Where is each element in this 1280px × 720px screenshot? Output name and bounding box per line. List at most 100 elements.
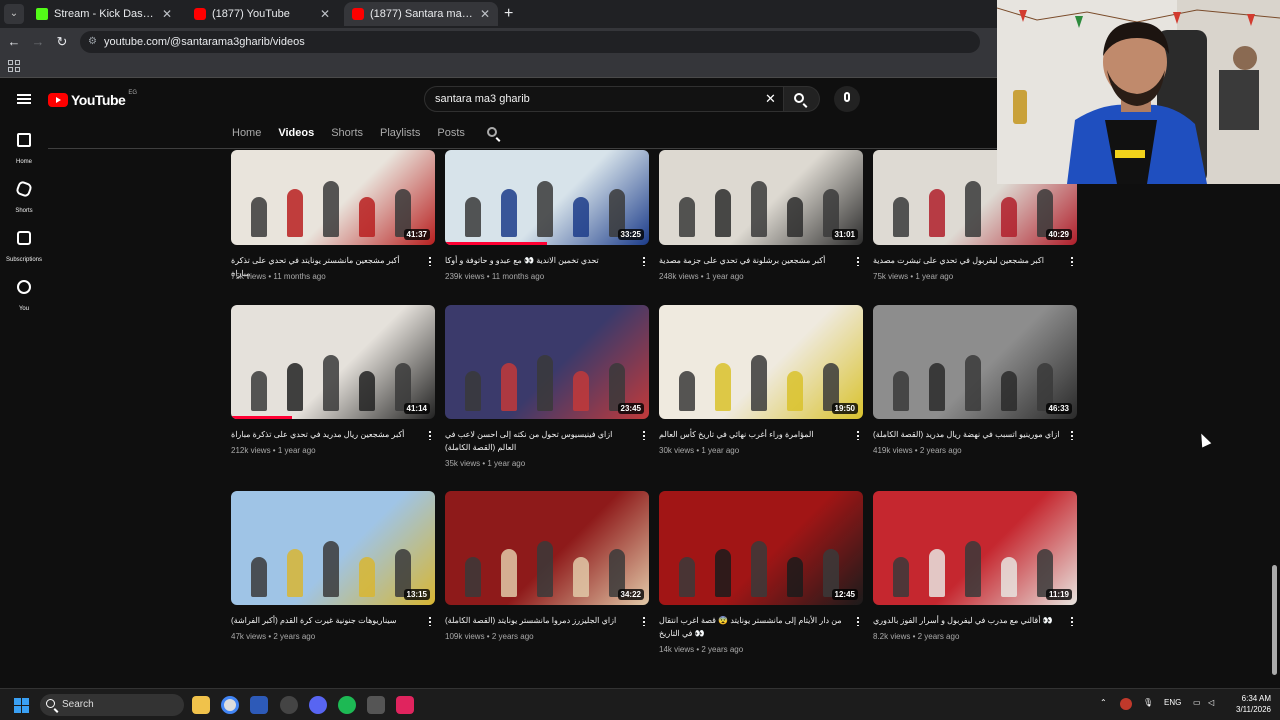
- video-title[interactable]: اكبر مشجعين ليفربول في تحدي على تيشرت مص…: [873, 254, 1061, 267]
- video-thumbnail[interactable]: 46:33: [873, 305, 1077, 419]
- start-menu-icon[interactable]: [14, 698, 29, 713]
- tab-shorts[interactable]: Shorts: [331, 124, 363, 144]
- more-actions-icon[interactable]: [429, 430, 431, 440]
- more-actions-icon[interactable]: [1071, 256, 1073, 266]
- video-title[interactable]: سيناريوهات جنونية غيرت كرة القدم (أكبر ا…: [231, 614, 419, 627]
- video-title[interactable]: تحدي تخمين الاندية 👀 مع عبدو و حاتوفة و …: [445, 254, 633, 267]
- more-actions-icon[interactable]: [857, 616, 859, 626]
- video-title[interactable]: ازاي الجليزرز دمروا مانشستر يونايتد (الق…: [445, 614, 633, 627]
- tab-title: (1877) Santara ma3 Gharib - Yo: [370, 8, 474, 20]
- scrollbar-thumb[interactable]: [1272, 565, 1277, 675]
- more-actions-icon[interactable]: [429, 616, 431, 626]
- video-metadata: 35k views • 1 year ago: [445, 459, 526, 468]
- hamburger-menu-icon[interactable]: [17, 94, 31, 104]
- video-thumbnail[interactable]: 34:22: [445, 491, 649, 605]
- video-thumbnail[interactable]: 12:45: [659, 491, 863, 605]
- file-explorer-icon[interactable]: [192, 696, 210, 714]
- site-info-icon[interactable]: ⚙: [88, 31, 97, 53]
- close-tab-icon[interactable]: ✕: [162, 7, 172, 21]
- video-thumbnail[interactable]: 19:50: [659, 305, 863, 419]
- tab-videos[interactable]: Videos: [278, 124, 314, 144]
- video-thumbnail[interactable]: 23:45: [445, 305, 649, 419]
- close-tab-icon[interactable]: ✕: [480, 7, 490, 21]
- browser-tab-kick[interactable]: Stream - Kick Dashboard ✕: [28, 2, 180, 26]
- thumbnail-figure: [465, 371, 481, 411]
- microphone-icon[interactable]: 🎙: [1143, 698, 1153, 707]
- spotify-icon[interactable]: [338, 696, 356, 714]
- tab-home[interactable]: Home: [232, 124, 261, 144]
- discord-icon[interactable]: [309, 696, 327, 714]
- video-metadata: 75k views • 11 months ago: [231, 272, 326, 281]
- more-actions-icon[interactable]: [1071, 430, 1073, 440]
- more-actions-icon[interactable]: [1071, 616, 1073, 626]
- watch-progress-bar: [231, 416, 293, 419]
- video-title[interactable]: أكبر مشجعين برشلونة في تحدي على جزمة مصد…: [659, 254, 847, 267]
- forward-icon[interactable]: →: [30, 34, 46, 49]
- volume-icon[interactable]: ◁: [1208, 698, 1214, 707]
- search-button[interactable]: [784, 86, 820, 112]
- chrome-icon[interactable]: [221, 696, 239, 714]
- close-tab-icon[interactable]: ✕: [320, 7, 330, 21]
- taskbar-search[interactable]: Search: [40, 694, 184, 716]
- tiktok-icon[interactable]: [396, 696, 414, 714]
- more-actions-icon[interactable]: [857, 430, 859, 440]
- url-field[interactable]: ⚙ youtube.com/@santarama3gharib/videos: [80, 31, 980, 53]
- voice-search-button[interactable]: [834, 86, 860, 112]
- apps-grid-icon[interactable]: [8, 60, 20, 72]
- more-actions-icon[interactable]: [643, 616, 645, 626]
- thumbnail-figure: [787, 197, 803, 237]
- video-title[interactable]: المؤامرة وراء أغرب نهائي في تاريخ كأس ال…: [659, 428, 847, 441]
- thumbnail-figure: [359, 557, 375, 597]
- more-actions-icon[interactable]: [429, 256, 431, 266]
- video-title[interactable]: ازاي فينيسيوس تحول من نكته إلى احسن لاعب…: [445, 428, 633, 454]
- more-actions-icon[interactable]: [643, 430, 645, 440]
- browser-tab-youtube[interactable]: (1877) YouTube ✕: [186, 2, 338, 26]
- tray-chevron-icon[interactable]: ⌃: [1100, 698, 1107, 707]
- thumbnail-figure: [501, 189, 517, 237]
- video-title[interactable]: ازاي مورينيو اتسبب في نهضة ريال مدريد (ا…: [873, 428, 1061, 441]
- sidenav-subscriptions[interactable]: Subscriptions: [0, 231, 48, 266]
- sidenav-label: You: [18, 306, 30, 312]
- reload-icon[interactable]: ↻: [54, 34, 70, 50]
- new-tab-icon[interactable]: +: [504, 4, 513, 24]
- more-actions-icon[interactable]: [857, 256, 859, 266]
- thumbnail-figure: [251, 557, 267, 597]
- video-title[interactable]: أكبر مشجعين ريال مدريد في تحدي على تذكرة…: [231, 428, 419, 441]
- tab-playlists[interactable]: Playlists: [380, 124, 420, 144]
- obs-icon[interactable]: [367, 696, 385, 714]
- language-indicator[interactable]: ENG: [1164, 698, 1181, 707]
- video-thumbnail[interactable]: 41:37: [231, 150, 435, 245]
- thumbnail-figure: [893, 197, 909, 237]
- video-thumbnail[interactable]: 31:01: [659, 150, 863, 245]
- video-thumbnail[interactable]: 33:25: [445, 150, 649, 245]
- app-icon[interactable]: [250, 696, 268, 714]
- sidenav-you[interactable]: You: [0, 280, 48, 315]
- clock[interactable]: 6:34 AM 3/11/2026: [1225, 693, 1271, 715]
- more-actions-icon[interactable]: [643, 256, 645, 266]
- video-title[interactable]: من دار الأيتام إلى مانشستر يونايتد 😨 قصة…: [659, 614, 847, 640]
- thumbnail-figure: [359, 371, 375, 411]
- thumbnail-figure: [787, 371, 803, 411]
- country-code: EG: [128, 90, 137, 96]
- channel-search-icon[interactable]: [487, 127, 497, 137]
- search-input[interactable]: santara ma3 gharib ✕: [424, 86, 784, 112]
- sidenav-home[interactable]: Home: [0, 133, 48, 168]
- video-thumbnail[interactable]: 41:14: [231, 305, 435, 419]
- thumbnail-figure: [715, 189, 731, 237]
- tab-posts[interactable]: Posts: [437, 124, 465, 144]
- tab-search-menu-icon[interactable]: ⌄: [4, 4, 24, 24]
- youtube-logo[interactable]: YouTube EG: [48, 90, 137, 108]
- network-icon[interactable]: ▭: [1193, 698, 1201, 707]
- video-title[interactable]: أقالني مع مدرب في ليفربول و أسرار الفوز …: [873, 614, 1061, 627]
- sidenav-shorts[interactable]: Shorts: [0, 180, 48, 217]
- browser-tab-channel[interactable]: (1877) Santara ma3 Gharib - Yo ✕: [344, 2, 498, 26]
- video-thumbnail[interactable]: 13:15: [231, 491, 435, 605]
- video-thumbnail[interactable]: 11:19: [873, 491, 1077, 605]
- tray-app-icon[interactable]: [1120, 698, 1132, 710]
- app-icon[interactable]: [280, 696, 298, 714]
- video-metadata: 14k views • 2 years ago: [659, 645, 744, 654]
- thumbnail-figure: [715, 363, 731, 411]
- video-metadata: 8.2k views • 2 years ago: [873, 632, 960, 641]
- clear-search-icon[interactable]: ✕: [765, 91, 776, 107]
- back-icon[interactable]: ←: [6, 34, 22, 49]
